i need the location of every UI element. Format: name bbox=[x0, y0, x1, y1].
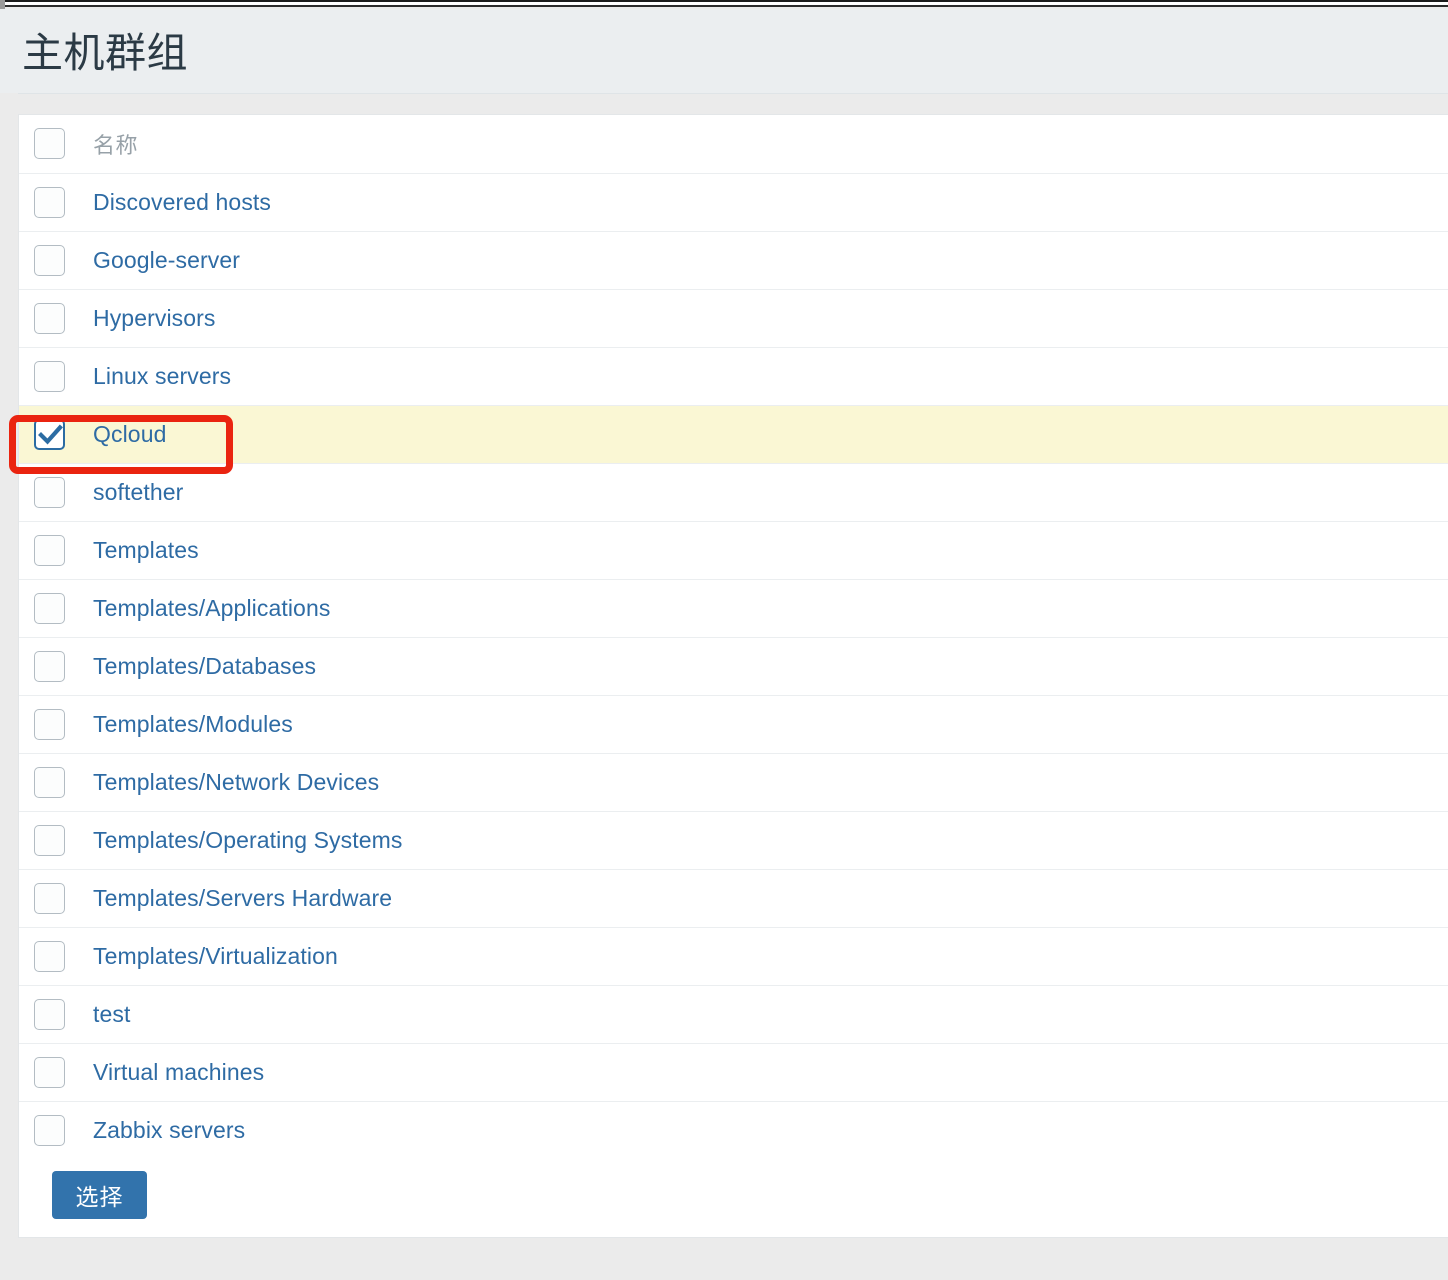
table-row[interactable]: Templates/Virtualization bbox=[19, 927, 1448, 986]
table-row[interactable]: Templates/Applications bbox=[19, 579, 1448, 638]
row-checkbox-cell[interactable] bbox=[19, 869, 93, 928]
row-checkbox[interactable] bbox=[34, 650, 65, 682]
name-column-header-label: 名称 bbox=[93, 132, 139, 158]
table-row[interactable]: Templates bbox=[19, 521, 1448, 580]
row-checkbox-cell[interactable] bbox=[19, 347, 93, 406]
row-checkbox[interactable] bbox=[34, 476, 65, 508]
row-checkbox[interactable] bbox=[34, 1114, 65, 1146]
row-name-cell: Templates/Servers Hardware bbox=[93, 869, 1448, 928]
row-name-cell: Templates/Modules bbox=[93, 695, 1448, 754]
row-checkbox-cell[interactable] bbox=[19, 753, 93, 812]
row-name-cell: Templates bbox=[93, 521, 1448, 580]
row-checkbox-cell[interactable] bbox=[19, 405, 93, 464]
row-checkbox[interactable] bbox=[34, 244, 65, 276]
row-checkbox[interactable] bbox=[34, 592, 65, 624]
row-checkbox-checked[interactable] bbox=[34, 418, 65, 450]
table-row[interactable]: softether bbox=[19, 463, 1448, 522]
row-name-cell: Qcloud bbox=[93, 405, 1448, 464]
row-checkbox[interactable] bbox=[34, 186, 65, 218]
table-row[interactable]: Google-server bbox=[19, 231, 1448, 290]
row-checkbox-cell[interactable] bbox=[19, 579, 93, 638]
checkmark-icon bbox=[38, 424, 63, 445]
row-checkbox-cell[interactable] bbox=[19, 811, 93, 870]
host-group-link[interactable]: Templates/Servers Hardware bbox=[93, 885, 392, 911]
row-checkbox-cell[interactable] bbox=[19, 173, 93, 232]
host-group-link[interactable]: Qcloud bbox=[93, 421, 166, 447]
host-group-link[interactable]: Templates/Applications bbox=[93, 595, 330, 621]
row-checkbox-cell[interactable] bbox=[19, 637, 93, 696]
row-checkbox[interactable] bbox=[34, 824, 65, 856]
row-name-cell: Templates/Applications bbox=[93, 579, 1448, 638]
table-row[interactable]: Virtual machines bbox=[19, 1043, 1448, 1102]
host-group-link[interactable]: Templates/Modules bbox=[93, 711, 293, 737]
host-group-link[interactable]: Linux servers bbox=[93, 363, 231, 389]
table-row[interactable]: Discovered hosts bbox=[19, 173, 1448, 232]
host-group-link[interactable]: Templates/Operating Systems bbox=[93, 827, 403, 853]
row-checkbox[interactable] bbox=[34, 1056, 65, 1088]
table-header-row: 名称 bbox=[19, 115, 1448, 174]
row-checkbox[interactable] bbox=[34, 708, 65, 740]
row-name-cell: Google-server bbox=[93, 231, 1448, 290]
row-checkbox-cell[interactable] bbox=[19, 231, 93, 290]
row-checkbox-cell[interactable] bbox=[19, 521, 93, 580]
table-row[interactable]: Qcloud bbox=[19, 405, 1448, 464]
table-row[interactable]: test bbox=[19, 985, 1448, 1044]
table-row[interactable]: Templates/Modules bbox=[19, 695, 1448, 754]
host-group-link[interactable]: Hypervisors bbox=[93, 305, 216, 331]
page-header: 主机群组 bbox=[0, 9, 1448, 93]
row-checkbox[interactable] bbox=[34, 360, 65, 392]
row-checkbox[interactable] bbox=[34, 302, 65, 334]
host-group-link[interactable]: Templates/Virtualization bbox=[93, 943, 338, 969]
host-group-link[interactable]: Zabbix servers bbox=[93, 1117, 245, 1143]
row-name-cell: Templates/Operating Systems bbox=[93, 811, 1448, 870]
host-group-link[interactable]: Virtual machines bbox=[93, 1059, 264, 1085]
row-checkbox[interactable] bbox=[34, 998, 65, 1030]
row-checkbox-cell[interactable] bbox=[19, 289, 93, 348]
host-group-table: 名称 Discovered hosts Google-server Hypervis… bbox=[19, 115, 1448, 1160]
header-spacer bbox=[0, 94, 1448, 114]
host-group-table-body: 名称 Discovered hosts Google-server Hypervis… bbox=[19, 115, 1448, 1160]
host-group-link[interactable]: Templates/Network Devices bbox=[93, 769, 379, 795]
select-all-cell[interactable] bbox=[19, 115, 93, 174]
host-group-link[interactable]: Templates/Databases bbox=[93, 653, 316, 679]
window-corner-handle bbox=[0, 0, 5, 9]
select-all-checkbox[interactable] bbox=[34, 128, 65, 160]
row-name-cell: Linux servers bbox=[93, 347, 1448, 406]
host-group-list-card: 名称 Discovered hosts Google-server Hypervis… bbox=[18, 114, 1448, 1238]
row-checkbox[interactable] bbox=[34, 534, 65, 566]
name-column-header-cell: 名称 bbox=[93, 115, 1448, 174]
row-name-cell: Templates/Virtualization bbox=[93, 927, 1448, 986]
host-group-link[interactable]: Templates bbox=[93, 537, 199, 563]
table-row[interactable]: Hypervisors bbox=[19, 289, 1448, 348]
host-group-link[interactable]: softether bbox=[93, 479, 183, 505]
table-row[interactable]: Templates/Network Devices bbox=[19, 753, 1448, 812]
row-name-cell: Hypervisors bbox=[93, 289, 1448, 348]
row-checkbox-cell[interactable] bbox=[19, 927, 93, 986]
table-row[interactable]: Templates/Operating Systems bbox=[19, 811, 1448, 870]
row-checkbox[interactable] bbox=[34, 882, 65, 914]
window-chrome-edge bbox=[0, 0, 1448, 7]
select-button[interactable]: 选择 bbox=[52, 1171, 147, 1219]
row-checkbox-cell[interactable] bbox=[19, 695, 93, 754]
row-name-cell: Templates/Network Devices bbox=[93, 753, 1448, 812]
table-row[interactable]: Templates/Servers Hardware bbox=[19, 869, 1448, 928]
row-checkbox-cell[interactable] bbox=[19, 463, 93, 522]
row-checkbox-cell[interactable] bbox=[19, 1043, 93, 1102]
host-group-link[interactable]: test bbox=[93, 1001, 130, 1027]
host-group-link[interactable]: Discovered hosts bbox=[93, 189, 271, 215]
row-name-cell: test bbox=[93, 985, 1448, 1044]
row-name-cell: Templates/Databases bbox=[93, 637, 1448, 696]
row-checkbox-cell[interactable] bbox=[19, 985, 93, 1044]
row-name-cell: Virtual machines bbox=[93, 1043, 1448, 1102]
page-root: 主机群组 名称 Discovered hosts Google-server Hyp… bbox=[0, 9, 1448, 1280]
row-name-cell: softether bbox=[93, 463, 1448, 522]
table-row[interactable]: Templates/Databases bbox=[19, 637, 1448, 696]
card-footer-bar: 选择 bbox=[19, 1149, 1448, 1237]
host-group-link[interactable]: Google-server bbox=[93, 247, 240, 273]
page-title: 主机群组 bbox=[22, 30, 188, 76]
row-checkbox[interactable] bbox=[34, 940, 65, 972]
row-checkbox[interactable] bbox=[34, 766, 65, 798]
table-row[interactable]: Linux servers bbox=[19, 347, 1448, 406]
row-name-cell: Discovered hosts bbox=[93, 173, 1448, 232]
